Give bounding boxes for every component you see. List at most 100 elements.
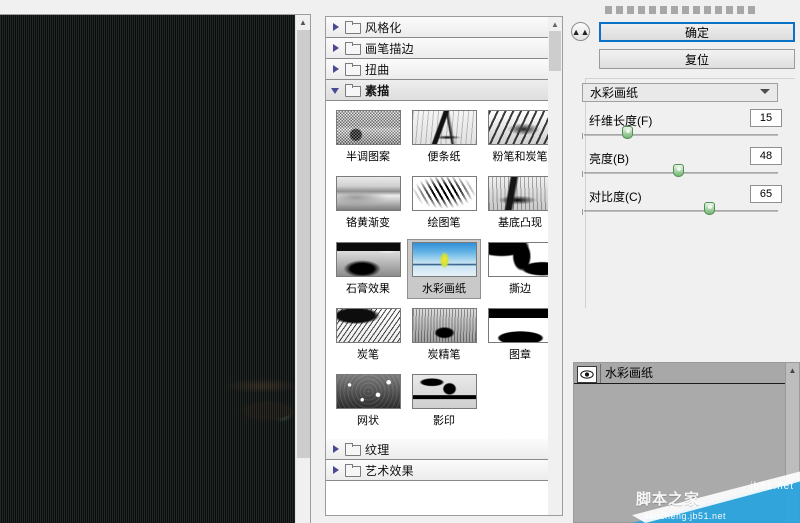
- filter-thumb-4[interactable]: 绘图笔: [407, 173, 481, 233]
- filter-group-label: 扭曲: [365, 62, 390, 77]
- filter-thumb-image: [411, 176, 477, 211]
- slider-handle[interactable]: [704, 202, 715, 215]
- filter-thumb-10[interactable]: 炭精笔: [407, 305, 481, 365]
- filter-thumb-13[interactable]: 影印: [407, 371, 481, 431]
- filter-thumb-image: [335, 110, 401, 145]
- filter-thumb-12[interactable]: 网状: [331, 371, 405, 431]
- slider-handle[interactable]: [622, 126, 633, 139]
- filter-thumb-label: 半调图案: [346, 151, 390, 163]
- filter-group-texture[interactable]: 纹理: [326, 439, 562, 460]
- chevron-right-icon[interactable]: [331, 465, 342, 476]
- filter-thumb-5[interactable]: 基底凸现: [483, 173, 557, 233]
- folder-icon: [345, 21, 361, 34]
- filter-thumb-label: 铬黄渐变: [346, 217, 390, 229]
- effect-layer-name: 水彩画纸: [600, 363, 799, 383]
- filter-thumb-9[interactable]: 炭笔: [331, 305, 405, 365]
- filter-thumb-2[interactable]: 粉笔和炭笔: [483, 107, 557, 167]
- chevron-right-icon[interactable]: [331, 64, 342, 75]
- folder-icon: [345, 443, 361, 456]
- preview-vertical-scrollbar[interactable]: ▲: [295, 15, 310, 523]
- filter-thumb-label: 水彩画纸: [422, 283, 466, 295]
- slider-label: 纤维长度(F): [589, 114, 653, 128]
- chevron-right-icon[interactable]: [331, 444, 342, 455]
- folder-icon: [345, 42, 361, 55]
- filter-thumb-image: [411, 374, 477, 409]
- filter-thumb-6[interactable]: 石膏效果: [331, 239, 405, 299]
- reset-button[interactable]: 复位: [599, 49, 795, 69]
- filter-thumb-0[interactable]: 半调图案: [331, 107, 405, 167]
- slider-value[interactable]: 15: [750, 109, 782, 127]
- filter-list-pane: 风格化 画笔描边 扭曲 素描 半调图案 便条纸 粉笔和炭笔 铬黄渐变 绘图笔 基…: [325, 16, 563, 516]
- image-preview-frame[interactable]: ▲: [0, 14, 311, 523]
- filter-thumb-label: 图章: [509, 349, 531, 361]
- chevron-down-icon[interactable]: [331, 85, 342, 96]
- chevron-down-icon[interactable]: [760, 89, 770, 94]
- ok-button[interactable]: 确定: [599, 22, 795, 42]
- folder-icon: [345, 464, 361, 477]
- filter-select[interactable]: 水彩画纸: [582, 83, 778, 102]
- list-item[interactable]: 水彩画纸: [574, 363, 799, 384]
- filter-thumbnail-grid: 半调图案 便条纸 粉笔和炭笔 铬黄渐变 绘图笔 基底凸现 石膏效果 水彩画纸 撕…: [326, 101, 562, 439]
- filter-group-label: 素描: [365, 83, 390, 98]
- effect-layer-panel: 水彩画纸 ▲: [573, 362, 800, 523]
- filter-thumb-image: [335, 176, 401, 211]
- layer-list-scrollbar[interactable]: ▲: [785, 363, 799, 522]
- filter-thumb-label: 炭笔: [357, 349, 379, 361]
- scrollbar-thumb[interactable]: [549, 31, 561, 71]
- filter-thumb-image: [487, 242, 553, 277]
- folder-icon: [345, 63, 361, 76]
- dialog-title-clipped: [605, 6, 755, 14]
- chevron-up-icon[interactable]: ▲: [296, 15, 310, 30]
- filter-thumb-label: 炭精笔: [427, 349, 461, 361]
- scrollbar-thumb[interactable]: [297, 30, 310, 458]
- slider-label: 亮度(B): [589, 152, 629, 166]
- chevron-up-icon[interactable]: ▲: [548, 17, 562, 31]
- image-preview[interactable]: [0, 15, 296, 523]
- filter-thumb-image: [335, 374, 401, 409]
- filter-list-scrollbar[interactable]: ▲: [548, 17, 562, 515]
- slider-handle[interactable]: [673, 164, 684, 177]
- filter-thumb-image: [487, 110, 553, 145]
- slider-value[interactable]: 48: [750, 147, 782, 165]
- filter-gallery-dialog: ▲ 风格化 画笔描边 扭曲 素描 半调图案 便条纸 粉笔和炭笔 铬黄渐变 绘图笔…: [0, 0, 800, 523]
- filter-thumb-image: [335, 242, 401, 277]
- filter-thumb-image: [411, 110, 477, 145]
- filter-thumb-label: 粉笔和炭笔: [492, 151, 548, 163]
- slider-track[interactable]: [582, 209, 778, 215]
- filter-thumb-image: [487, 176, 553, 211]
- filter-group-label: 风格化: [365, 20, 402, 35]
- filter-group-artistic[interactable]: 艺术效果: [326, 460, 562, 481]
- filter-thumb-label: 网状: [357, 415, 379, 427]
- chevron-right-icon[interactable]: [331, 43, 342, 54]
- filter-group-label: 画笔描边: [365, 41, 414, 56]
- slider-value[interactable]: 65: [750, 185, 782, 203]
- filter-thumb-label: 绘图笔: [427, 217, 461, 229]
- filter-group-sketch[interactable]: 素描: [326, 80, 562, 101]
- chevron-right-icon[interactable]: [331, 22, 342, 33]
- collapse-chevrons-icon[interactable]: ▲▲: [571, 22, 590, 41]
- filter-thumb-image: [335, 308, 401, 343]
- slider-label: 对比度(C): [589, 190, 642, 204]
- filter-thumb-8[interactable]: 撕边: [483, 239, 557, 299]
- filter-thumb-image: [487, 308, 553, 343]
- preview-pane: ▲: [0, 0, 320, 523]
- filter-group-0[interactable]: 风格化: [326, 17, 562, 38]
- filter-group-label: 纹理: [365, 442, 390, 457]
- filter-group-label: 艺术效果: [365, 463, 414, 478]
- filter-thumb-image: [411, 308, 477, 343]
- filter-thumb-image: [411, 242, 477, 277]
- eye-icon[interactable]: [577, 365, 597, 383]
- filter-thumb-11[interactable]: 图章: [483, 305, 557, 365]
- filter-thumb-label: 撕边: [509, 283, 531, 295]
- chevron-up-icon[interactable]: ▲: [786, 363, 799, 377]
- filter-select-value: 水彩画纸: [590, 86, 639, 100]
- folder-open-icon: [345, 84, 361, 97]
- filter-thumb-watercolor-paper-selected[interactable]: 水彩画纸: [407, 239, 481, 299]
- filter-thumb-label: 石膏效果: [346, 283, 390, 295]
- filter-group-2[interactable]: 扭曲: [326, 59, 562, 80]
- filter-thumb-1[interactable]: 便条纸: [407, 107, 481, 167]
- filter-thumb-3[interactable]: 铬黄渐变: [331, 173, 405, 233]
- slider-track[interactable]: [582, 133, 778, 139]
- filter-group-1[interactable]: 画笔描边: [326, 38, 562, 59]
- filter-thumb-label: 基底凸现: [498, 217, 542, 229]
